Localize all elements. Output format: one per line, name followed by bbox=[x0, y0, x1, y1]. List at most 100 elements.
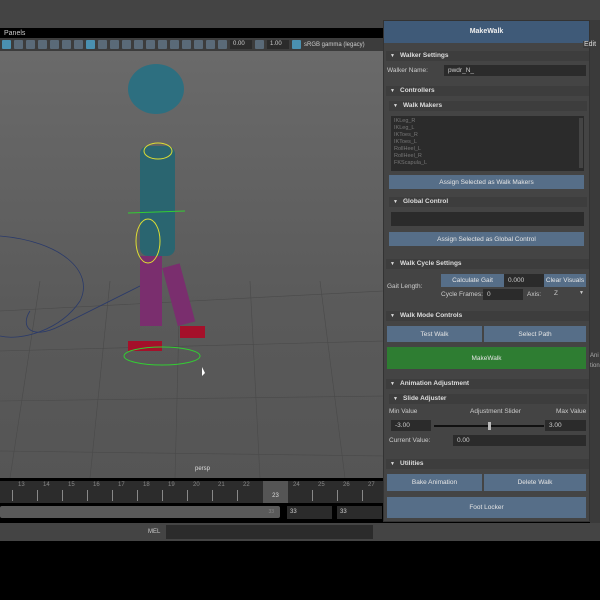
walk-mode-header[interactable]: Walk Mode Controls bbox=[386, 311, 589, 321]
tick-label: 21 bbox=[218, 482, 225, 488]
utilities-header[interactable]: Utilities bbox=[386, 459, 589, 469]
walker-name-input[interactable]: pwdr_N_ bbox=[444, 65, 586, 76]
ao-icon[interactable] bbox=[146, 40, 155, 49]
gamma-icon bbox=[255, 40, 264, 49]
tick-label: 18 bbox=[143, 482, 150, 488]
adjustment-slider-label: Adjustment Slider bbox=[470, 408, 521, 415]
tick-label: 14 bbox=[43, 482, 50, 488]
controllers-header[interactable]: Controllers bbox=[386, 86, 589, 96]
delete-walk-button[interactable]: Delete Walk bbox=[484, 474, 586, 491]
gait-length-label: Gait Length: bbox=[387, 283, 423, 290]
wireframe-icon[interactable] bbox=[74, 40, 83, 49]
list-item[interactable]: IKLeg_R bbox=[394, 118, 581, 125]
range-slider[interactable]: 33 bbox=[0, 506, 280, 518]
aperture-icon[interactable] bbox=[182, 40, 191, 49]
camera-label: persp bbox=[195, 466, 211, 472]
anim-end-field[interactable]: 33 bbox=[337, 506, 382, 519]
makewalk-window: MakeWalk Walker Settings Walker Name: pw… bbox=[383, 20, 590, 522]
exposure-field[interactable]: 0.00 bbox=[230, 40, 252, 49]
viewport-3d[interactable] bbox=[0, 51, 384, 479]
clear-visuals-button[interactable]: Clear Visuals bbox=[544, 274, 586, 287]
axis-label: Axis: bbox=[527, 291, 542, 298]
tick-label: 13 bbox=[18, 482, 25, 488]
color-space-label[interactable]: sRGB gamma (legacy) bbox=[304, 42, 365, 48]
tick-label: 19 bbox=[168, 482, 175, 488]
current-value-field: 0.00 bbox=[453, 435, 586, 446]
edit-menu[interactable]: Edit bbox=[583, 41, 598, 48]
lighting-icon[interactable] bbox=[110, 40, 119, 49]
tick-label: 17 bbox=[118, 482, 125, 488]
grid-icon[interactable] bbox=[2, 40, 11, 49]
current-value-label: Current Value: bbox=[389, 437, 431, 444]
cycle-frames-input[interactable]: 0 bbox=[483, 289, 523, 300]
list-item[interactable]: IKToes_R bbox=[394, 132, 581, 139]
calculate-gait-button[interactable]: Calculate Gait bbox=[441, 274, 504, 287]
frame-icon[interactable] bbox=[26, 40, 35, 49]
list-item[interactable]: RollHeel_L bbox=[394, 146, 581, 153]
layout-icon[interactable] bbox=[38, 40, 47, 49]
walker-settings-header[interactable]: Walker Settings bbox=[386, 51, 589, 61]
bake-animation-button[interactable]: Bake Animation bbox=[387, 474, 482, 491]
tick-label: 27 bbox=[368, 482, 375, 488]
walk-makers-list[interactable]: IKLeg_R IKLeg_L IKToes_R IKToes_L RollHe… bbox=[391, 116, 584, 171]
mouse-cursor bbox=[202, 367, 205, 376]
range-end-label: 33 bbox=[268, 509, 274, 515]
isolate-icon[interactable] bbox=[170, 40, 179, 49]
right-strip: Edit Ani tion bbox=[583, 20, 600, 523]
cycle-frames-label: Cycle Frames: bbox=[441, 291, 483, 298]
max-value-input[interactable]: 3.00 bbox=[545, 420, 586, 431]
tick-label: 20 bbox=[193, 482, 200, 488]
exposure-icon bbox=[218, 40, 227, 49]
max-value-label: Max Value bbox=[556, 408, 587, 415]
select-path-button[interactable]: Select Path bbox=[484, 326, 586, 342]
slide-adjuster-header[interactable]: Slide Adjuster bbox=[389, 394, 587, 404]
mel-input[interactable] bbox=[166, 525, 373, 539]
shadows-icon[interactable] bbox=[122, 40, 131, 49]
adjustment-slider[interactable] bbox=[434, 422, 544, 430]
walk-cycle-header[interactable]: Walk Cycle Settings bbox=[386, 259, 589, 269]
textured-icon[interactable] bbox=[98, 40, 107, 49]
side-text: Ani bbox=[590, 353, 599, 359]
mel-label[interactable]: MEL bbox=[148, 529, 160, 535]
image-plane-icon[interactable] bbox=[62, 40, 71, 49]
smooth-shade-icon[interactable] bbox=[86, 40, 95, 49]
makewalk-button[interactable]: MakeWalk bbox=[387, 347, 586, 369]
min-value-label: Min Value bbox=[389, 408, 418, 415]
walker-name-label: Walker Name: bbox=[387, 67, 428, 74]
slider-handle[interactable] bbox=[487, 422, 491, 430]
gamma-field[interactable]: 1.00 bbox=[267, 40, 289, 49]
list-item[interactable]: RollHeel_R bbox=[394, 153, 581, 160]
gait-value-field[interactable]: 0.000 bbox=[504, 274, 544, 287]
foot-locker-button[interactable]: Foot Locker bbox=[387, 497, 586, 518]
test-walk-button[interactable]: Test Walk bbox=[387, 326, 482, 342]
list-item[interactable]: IKLeg_L bbox=[394, 125, 581, 132]
panels-menu[interactable]: Panels bbox=[4, 30, 25, 37]
tick-label: 22 bbox=[243, 482, 250, 488]
character-torso bbox=[140, 146, 175, 256]
assign-walk-makers-button[interactable]: Assign Selected as Walk Makers bbox=[389, 175, 584, 189]
global-control-header[interactable]: Global Control bbox=[389, 197, 587, 207]
viewport-toolbar: 0.00 1.00 sRGB gamma (legacy) bbox=[0, 38, 383, 51]
list-item[interactable]: IKToes_L bbox=[394, 139, 581, 146]
assign-global-control-button[interactable]: Assign Selected as Global Control bbox=[389, 232, 584, 246]
min-value-input[interactable]: -3.00 bbox=[391, 420, 431, 431]
color-management-icon[interactable] bbox=[292, 40, 301, 49]
camera-icon[interactable] bbox=[14, 40, 23, 49]
axis-value: Z bbox=[554, 290, 558, 297]
gate-icon[interactable] bbox=[206, 40, 215, 49]
list-item[interactable]: FKScapula_L bbox=[394, 160, 581, 167]
global-control-field[interactable] bbox=[391, 212, 584, 226]
animation-adjustment-header[interactable]: Animation Adjustment bbox=[386, 379, 589, 389]
resolution-icon[interactable] bbox=[194, 40, 203, 49]
xray-icon[interactable] bbox=[158, 40, 167, 49]
list-scrollbar[interactable] bbox=[579, 118, 583, 168]
side-text: tion bbox=[590, 363, 600, 369]
end-time-field[interactable]: 33 bbox=[287, 506, 332, 519]
light-icon[interactable] bbox=[134, 40, 143, 49]
scene bbox=[0, 64, 384, 479]
axis-dropdown[interactable]: Z ▼ bbox=[554, 290, 586, 297]
layout2-icon[interactable] bbox=[50, 40, 59, 49]
current-frame-marker[interactable]: 23 bbox=[263, 481, 288, 503]
time-slider[interactable]: 13 14 15 16 17 18 19 20 21 22 23 24 25 2… bbox=[0, 481, 383, 503]
walk-makers-header[interactable]: Walk Makers bbox=[389, 101, 587, 111]
